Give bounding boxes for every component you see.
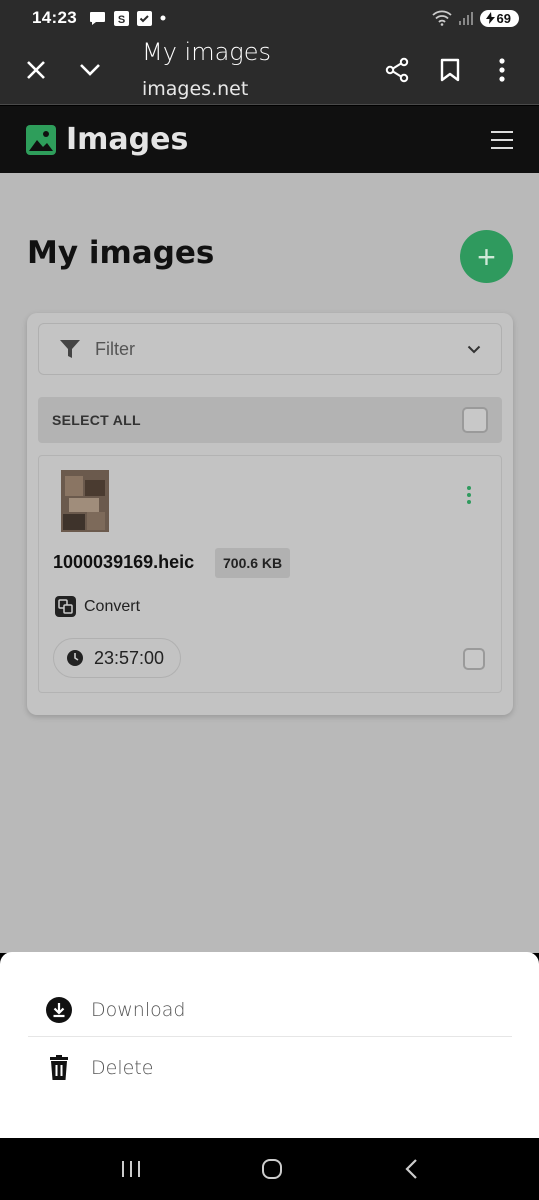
file-size-badge: 700.6 KB <box>215 548 291 578</box>
delete-label: Delete <box>91 1057 154 1079</box>
convert-action[interactable]: Convert <box>55 596 140 617</box>
images-card: Filter SELECT ALL 1000039169.heic 700.6 … <box>27 313 513 715</box>
chevron-down-icon <box>80 64 100 76</box>
check-app-icon <box>136 10 152 26</box>
system-nav-bar <box>0 1138 539 1200</box>
signal-icon <box>458 12 473 25</box>
battery-bolt-icon <box>485 12 495 24</box>
download-option[interactable]: Download <box>45 996 185 1024</box>
browser-menu-button[interactable] <box>482 50 522 90</box>
dot-icon <box>160 15 166 21</box>
plus-icon: + <box>477 238 496 275</box>
file-name: 1000039169.heic <box>53 552 195 572</box>
brand-name[interactable]: Images <box>66 122 188 157</box>
battery-indicator: 69 <box>479 9 519 27</box>
share-icon <box>385 57 409 83</box>
status-bar: 14:23 S 69 <box>0 0 539 36</box>
add-image-button[interactable]: + <box>460 230 513 283</box>
item-checkbox[interactable] <box>463 648 485 670</box>
trash-icon <box>50 1055 68 1080</box>
filter-dropdown[interactable]: Filter <box>38 323 502 375</box>
select-all-label: SELECT ALL <box>52 412 141 428</box>
image-logo-icon[interactable] <box>26 124 56 155</box>
expiry-timer: 23:57:00 <box>53 638 182 678</box>
bookmark-button[interactable] <box>430 50 470 90</box>
chat-icon <box>89 11 105 25</box>
image-thumbnail[interactable] <box>61 470 109 532</box>
convert-label: Convert <box>84 597 141 615</box>
home-icon[interactable] <box>261 1158 283 1180</box>
filter-label: Filter <box>95 338 135 359</box>
action-sheet: Download Delete <box>0 952 539 1138</box>
back-icon[interactable] <box>403 1158 419 1180</box>
notification-icons: S <box>89 10 166 26</box>
more-vert-icon <box>499 58 505 82</box>
item-menu-icon[interactable] <box>467 486 471 504</box>
recent-apps-icon[interactable] <box>120 1159 142 1179</box>
main-content: My images + Filter SELECT ALL 1000039169… <box>0 173 539 953</box>
close-icon <box>27 61 45 79</box>
download-icon <box>46 997 72 1023</box>
page-title: My images <box>27 235 215 271</box>
close-tab-button[interactable] <box>16 50 56 90</box>
chevron-down-icon <box>467 345 481 353</box>
bookmark-icon <box>440 58 460 82</box>
status-time: 14:23 <box>32 8 77 27</box>
clock-icon <box>67 650 83 666</box>
minimize-button[interactable] <box>70 50 110 90</box>
download-label: Download <box>91 999 186 1021</box>
select-all-row[interactable]: SELECT ALL <box>38 397 502 443</box>
share-button[interactable] <box>377 50 417 90</box>
wifi-icon <box>431 10 452 26</box>
filter-icon <box>60 340 80 358</box>
convert-icon <box>55 596 76 617</box>
timer-value: 23:57:00 <box>94 647 165 668</box>
image-item: 1000039169.heic 700.6 KB Convert 23:57:0… <box>38 455 502 693</box>
tab-title: My images <box>142 38 271 66</box>
tab-url[interactable]: images.net <box>142 78 248 100</box>
s-app-icon: S <box>113 10 129 26</box>
battery-level: 69 <box>496 10 511 26</box>
svg-text:S: S <box>118 14 125 26</box>
delete-option[interactable]: Delete <box>45 1054 153 1082</box>
hamburger-menu-icon[interactable] <box>491 130 513 149</box>
sheet-divider <box>28 1036 512 1037</box>
browser-toolbar: My images images.net <box>0 36 539 105</box>
site-header: Images <box>0 106 539 173</box>
system-icons: 69 <box>431 9 519 27</box>
select-all-checkbox[interactable] <box>462 407 488 433</box>
